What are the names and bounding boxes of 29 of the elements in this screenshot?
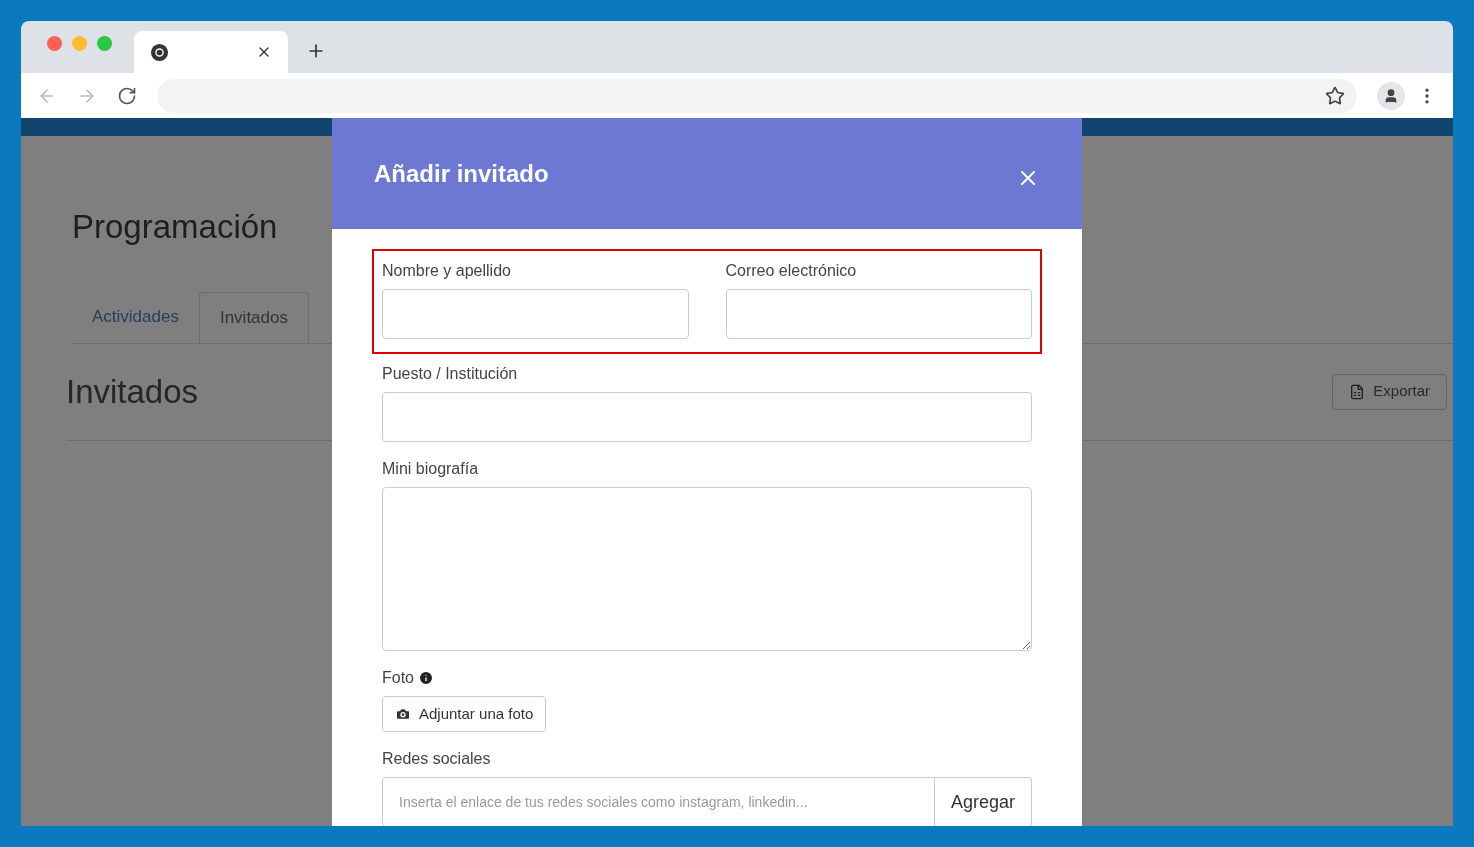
tab[interactable]: Actividades [72,291,199,343]
section-title: Invitados [66,371,199,412]
field-label: Foto [382,668,414,688]
minimize-window-icon[interactable] [72,35,87,51]
maximize-window-icon[interactable] [97,35,112,51]
profile-icon[interactable] [1377,81,1405,110]
field-label: Nombre y apellido [382,261,512,281]
browser-logo-icon [150,42,169,62]
field-label: Mini biografía [382,459,480,479]
attach-photo-button[interactable]: Adjuntar una foto [382,696,547,732]
export-button[interactable]: Exportar [1332,373,1447,410]
modal-title: Añadir invitado [374,158,549,189]
input-field[interactable]: Inserta el enlace de tus redes sociales como instagram, linkedin... [382,777,935,826]
info-icon[interactable] [418,670,434,686]
reload-icon[interactable] [117,85,137,106]
input-field[interactable] [382,289,689,339]
browser-tab[interactable] [134,31,288,73]
close-window-icon[interactable] [47,35,62,51]
field-label: Correo electrónico [725,261,858,281]
field-label: Redes sociales [382,749,492,769]
file-icon [1349,383,1366,400]
tab[interactable]: Invitados [198,291,309,343]
camera-icon [395,706,411,722]
field-label: Puesto / Institución [382,364,519,384]
input-field[interactable] [725,289,1032,339]
input-field[interactable] [382,392,1032,442]
add-button[interactable]: Agregar [934,777,1032,826]
bookmark-star-icon[interactable] [1325,85,1345,106]
page-title: Programación [72,208,278,245]
